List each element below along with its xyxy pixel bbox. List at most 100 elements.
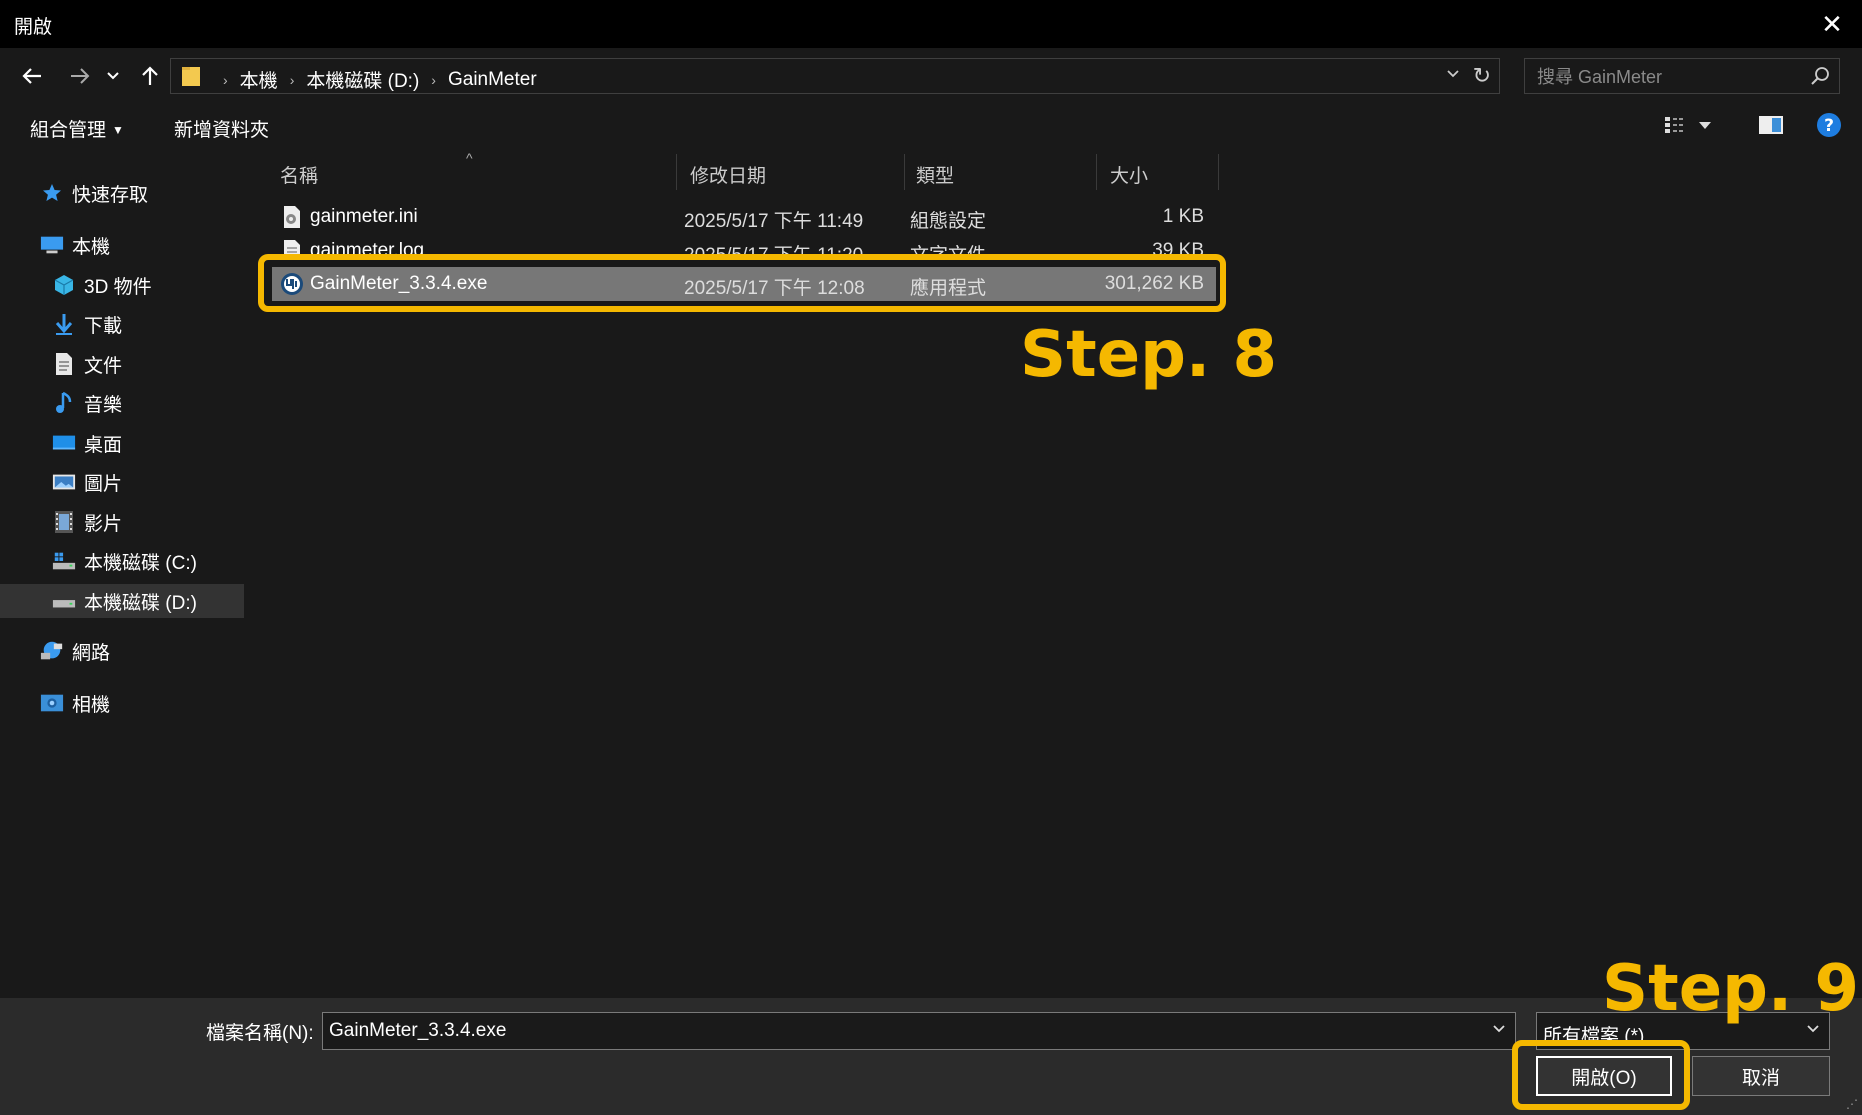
- breadcrumb-separator-icon: ›: [223, 71, 228, 88]
- cancel-button[interactable]: 取消: [1692, 1056, 1830, 1096]
- filename-combobox[interactable]: [322, 1012, 1516, 1050]
- download-arrow-icon: [52, 312, 76, 336]
- file-size: 39 KB: [1152, 240, 1204, 254]
- command-bar: 組合管理 ▼ 新增資料夾 ?: [0, 104, 1862, 150]
- column-divider[interactable]: [676, 154, 677, 190]
- film-icon: [52, 510, 76, 534]
- help-icon[interactable]: ?: [1816, 112, 1842, 138]
- search-input[interactable]: [1537, 65, 1797, 89]
- navigation-bar: › 本機 › 本機磁碟 (D:) › GainMeter ↻: [0, 48, 1862, 104]
- step8-label: Step. 8: [1020, 318, 1278, 392]
- file-date: 2025/5/17 下午 11:20: [684, 240, 863, 254]
- organize-menu-button[interactable]: 組合管理 ▼: [30, 115, 124, 142]
- sidebar-item-label: 音樂: [84, 394, 123, 416]
- refresh-icon[interactable]: ↻: [1473, 63, 1491, 89]
- network-icon: [40, 639, 64, 663]
- column-divider[interactable]: [904, 154, 905, 190]
- arrow-up-icon: [142, 66, 158, 85]
- sidebar-item-label: 圖片: [84, 473, 123, 495]
- recent-locations-button[interactable]: [100, 58, 126, 94]
- up-button[interactable]: [132, 58, 168, 94]
- forward-button[interactable]: [62, 58, 98, 94]
- filename-label: 檔案名稱(N):: [206, 1023, 314, 1044]
- settings-file-icon: [284, 206, 300, 228]
- sidebar-item-network[interactable]: 網路: [0, 634, 244, 668]
- drive-icon: [52, 589, 76, 613]
- breadcrumb-separator-icon: ›: [289, 71, 295, 88]
- sidebar-item-pictures[interactable]: 圖片: [0, 465, 244, 499]
- step9-label: Step. 9: [1602, 952, 1860, 1026]
- cube-icon: [52, 273, 76, 297]
- sidebar-item-this-pc[interactable]: 本機: [0, 228, 244, 262]
- file-size: 1 KB: [1162, 206, 1204, 227]
- column-header-label: 類型: [916, 165, 955, 187]
- chevron-down-icon: [1699, 122, 1711, 129]
- filename-input[interactable]: [329, 1019, 1469, 1043]
- sidebar-item-label: 本機磁碟 (C:): [84, 552, 197, 574]
- new-folder-button[interactable]: 新增資料夾: [174, 115, 269, 142]
- sort-ascending-icon: ^: [466, 150, 473, 166]
- sidebar-item-label: 3D 物件: [84, 276, 152, 298]
- sidebar-item-drive-d[interactable]: 本機磁碟 (D:): [0, 584, 244, 618]
- pictures-icon: [52, 470, 76, 494]
- view-options-button[interactable]: [1664, 115, 1712, 135]
- breadcrumb-item-drive-d[interactable]: 本機磁碟 (D:): [306, 66, 419, 93]
- camera-icon: [40, 691, 64, 715]
- file-row[interactable]: gainmeter.ini 2025/5/17 下午 11:49 組態設定 1 …: [272, 200, 1216, 234]
- sidebar-item-videos[interactable]: 影片: [0, 505, 244, 539]
- arrow-left-icon: [22, 68, 41, 84]
- sidebar-item-label: 桌面: [84, 434, 123, 456]
- sidebar-item-desktop[interactable]: 桌面: [0, 426, 244, 460]
- sidebar-item-camera[interactable]: 相機: [0, 686, 244, 720]
- address-bar[interactable]: › 本機 › 本機磁碟 (D:) › GainMeter ↻: [170, 58, 1500, 94]
- navigation-pane: 快速存取 本機 3D 物件 下載 文件 音樂 桌面 圖片 影片 本機磁碟 (C:…: [0, 150, 248, 998]
- dropdown-arrow-icon: ▼: [112, 123, 124, 137]
- sidebar-item-label: 本機磁碟 (D:): [84, 592, 197, 614]
- breadcrumb-item-this-pc[interactable]: 本機: [240, 66, 278, 93]
- column-header-type[interactable]: 類型: [916, 156, 954, 192]
- sidebar-item-label: 相機: [72, 694, 111, 716]
- back-button[interactable]: [14, 58, 50, 94]
- file-row[interactable]: gainmeter.log 2025/5/17 下午 11:20 文字文件 39…: [272, 234, 1216, 254]
- column-header-label: 名稱: [280, 165, 319, 187]
- file-type: 文字文件: [910, 240, 986, 254]
- column-header-label: 大小: [1110, 165, 1149, 187]
- star-icon: [40, 181, 64, 205]
- file-date: 2025/5/17 下午 11:49: [684, 211, 864, 232]
- column-header-size[interactable]: 大小: [1110, 156, 1148, 192]
- column-divider[interactable]: [1096, 154, 1097, 190]
- search-box[interactable]: [1524, 58, 1840, 94]
- breadcrumb-separator-icon: ›: [431, 71, 436, 88]
- sidebar-item-quick-access[interactable]: 快速存取: [0, 176, 244, 210]
- close-button[interactable]: ✕: [1816, 8, 1848, 40]
- window-title: 開啟: [14, 17, 53, 38]
- computer-icon: [40, 233, 64, 257]
- sidebar-item-label: 本機: [72, 236, 111, 258]
- address-dropdown-chevron-icon[interactable]: [1445, 66, 1461, 87]
- step8-highlight-box: [258, 254, 1226, 312]
- sidebar-item-downloads[interactable]: 下載: [0, 307, 244, 341]
- breadcrumb: › 本機 › 本機磁碟 (D:) › GainMeter: [211, 66, 537, 93]
- preview-pane-icon[interactable]: [1758, 114, 1784, 136]
- sidebar-item-label: 影片: [84, 513, 123, 535]
- chevron-down-icon[interactable]: [1491, 1021, 1507, 1042]
- step9-highlight-box: [1512, 1040, 1690, 1110]
- list-view-icon: [1665, 117, 1683, 133]
- breadcrumb-item-gainmeter[interactable]: GainMeter: [448, 69, 537, 91]
- sidebar-item-label: 網路: [72, 642, 111, 664]
- sidebar-item-music[interactable]: 音樂: [0, 386, 244, 420]
- column-header-label: 修改日期: [690, 165, 767, 187]
- folder-icon: [182, 67, 200, 86]
- sidebar-item-documents[interactable]: 文件: [0, 347, 244, 381]
- desktop-icon: [52, 431, 76, 455]
- title-bar: 開啟 ✕: [0, 0, 1862, 48]
- file-type: 組態設定: [910, 211, 987, 232]
- chevron-down-icon: [107, 72, 119, 80]
- sidebar-item-drive-c[interactable]: 本機磁碟 (C:): [0, 544, 244, 578]
- new-folder-label: 新增資料夾: [174, 120, 270, 141]
- sidebar-item-3d-objects[interactable]: 3D 物件: [0, 268, 244, 302]
- column-header-date[interactable]: 修改日期: [690, 156, 766, 192]
- resize-grip-icon[interactable]: ⋰: [1846, 1097, 1858, 1111]
- column-header-name[interactable]: 名稱: [280, 156, 318, 192]
- column-divider[interactable]: [1218, 154, 1219, 190]
